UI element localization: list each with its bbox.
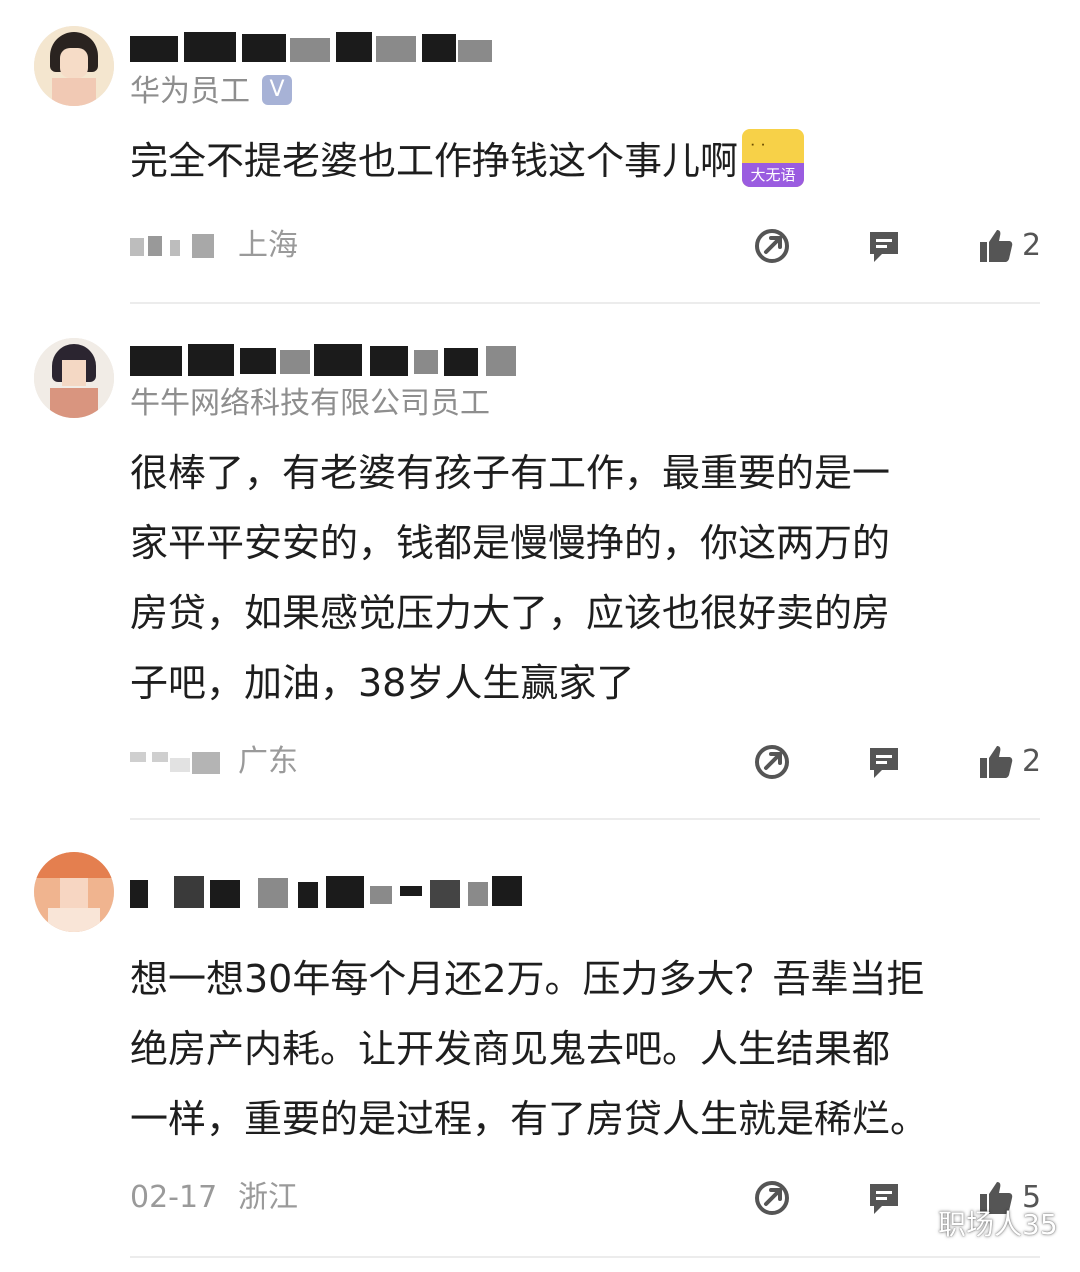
date: 02-17: [130, 1180, 218, 1215]
location: 浙江: [238, 1180, 298, 1215]
comment-line: 很棒了，有老婆有孩子有工作，最重要的是一: [130, 451, 891, 495]
location: 上海: [238, 228, 298, 263]
date-redacted: [130, 750, 226, 774]
divider: [130, 1256, 1040, 1258]
avatar[interactable]: [34, 852, 114, 932]
verified-badge-icon: V: [262, 74, 292, 105]
watermark-text: 职场人35: [938, 1208, 1058, 1241]
emoji-face: ᐧ ᐧ: [750, 134, 765, 156]
author-affiliation: 牛牛网络科技有限公司员工: [130, 384, 490, 424]
reply-icon[interactable]: [864, 1178, 904, 1218]
avatar[interactable]: [34, 26, 114, 106]
emoji-label: 大无语: [742, 162, 805, 187]
author-name-redacted[interactable]: [130, 340, 530, 380]
comment-line: 一样，重要的是过程，有了房贷人生就是稀烂。: [130, 1097, 929, 1141]
comment-text: 完全不提老婆也工作挣钱这个事儿啊 ᐧ ᐧ 大无语: [130, 126, 1050, 196]
comment-line: 家平平安安的，钱都是慢慢挣的，你这两万的: [130, 521, 891, 565]
comment-line: 绝房产内耗。让开发商见鬼去吧。人生结果都: [130, 1027, 891, 1071]
comment-text-content: 完全不提老婆也工作挣钱这个事儿啊: [130, 139, 739, 183]
divider: [130, 818, 1040, 820]
divider: [130, 302, 1040, 304]
comment-line: 子吧，加油，38岁人生赢家了: [130, 661, 635, 705]
like-count: 2: [1022, 228, 1042, 263]
wechat-icon: [900, 1210, 933, 1236]
share-icon[interactable]: [752, 226, 792, 266]
author-name-redacted[interactable]: [130, 28, 530, 68]
location: 广东: [238, 744, 298, 779]
date-redacted: [130, 234, 226, 258]
thumbs-up-icon[interactable]: [976, 742, 1016, 782]
thumbs-up-icon[interactable]: [976, 226, 1016, 266]
reply-icon[interactable]: [864, 226, 904, 266]
share-icon[interactable]: [752, 1178, 792, 1218]
comment-text: 很棒了，有老婆有孩子有工作，最重要的是一 家平平安安的，钱都是慢慢挣的，你这两万…: [130, 438, 1050, 718]
author-affiliation: 华为员工 V: [130, 72, 292, 112]
affiliation-label: 牛牛网络科技有限公司员工: [130, 386, 490, 421]
comment-meta: 上海 2: [130, 224, 1050, 268]
affiliation-label: 华为员工: [130, 74, 250, 109]
comment-line: 房贷，如果感觉压力大了，应该也很好卖的房: [130, 591, 891, 635]
speechless-emoji-icon: ᐧ ᐧ 大无语: [742, 128, 805, 187]
comment-meta: 广东 2: [130, 740, 1050, 784]
like-count: 2: [1022, 744, 1042, 779]
comment-line: 想一想30年每个月还2万。压力多大？吾辈当拒: [130, 957, 925, 1001]
reply-icon[interactable]: [864, 742, 904, 782]
avatar[interactable]: [34, 338, 114, 418]
comment-text: 想一想30年每个月还2万。压力多大？吾辈当拒 绝房产内耗。让开发商见鬼去吧。人生…: [130, 944, 1050, 1154]
author-name-redacted[interactable]: [130, 872, 530, 912]
share-icon[interactable]: [752, 742, 792, 782]
